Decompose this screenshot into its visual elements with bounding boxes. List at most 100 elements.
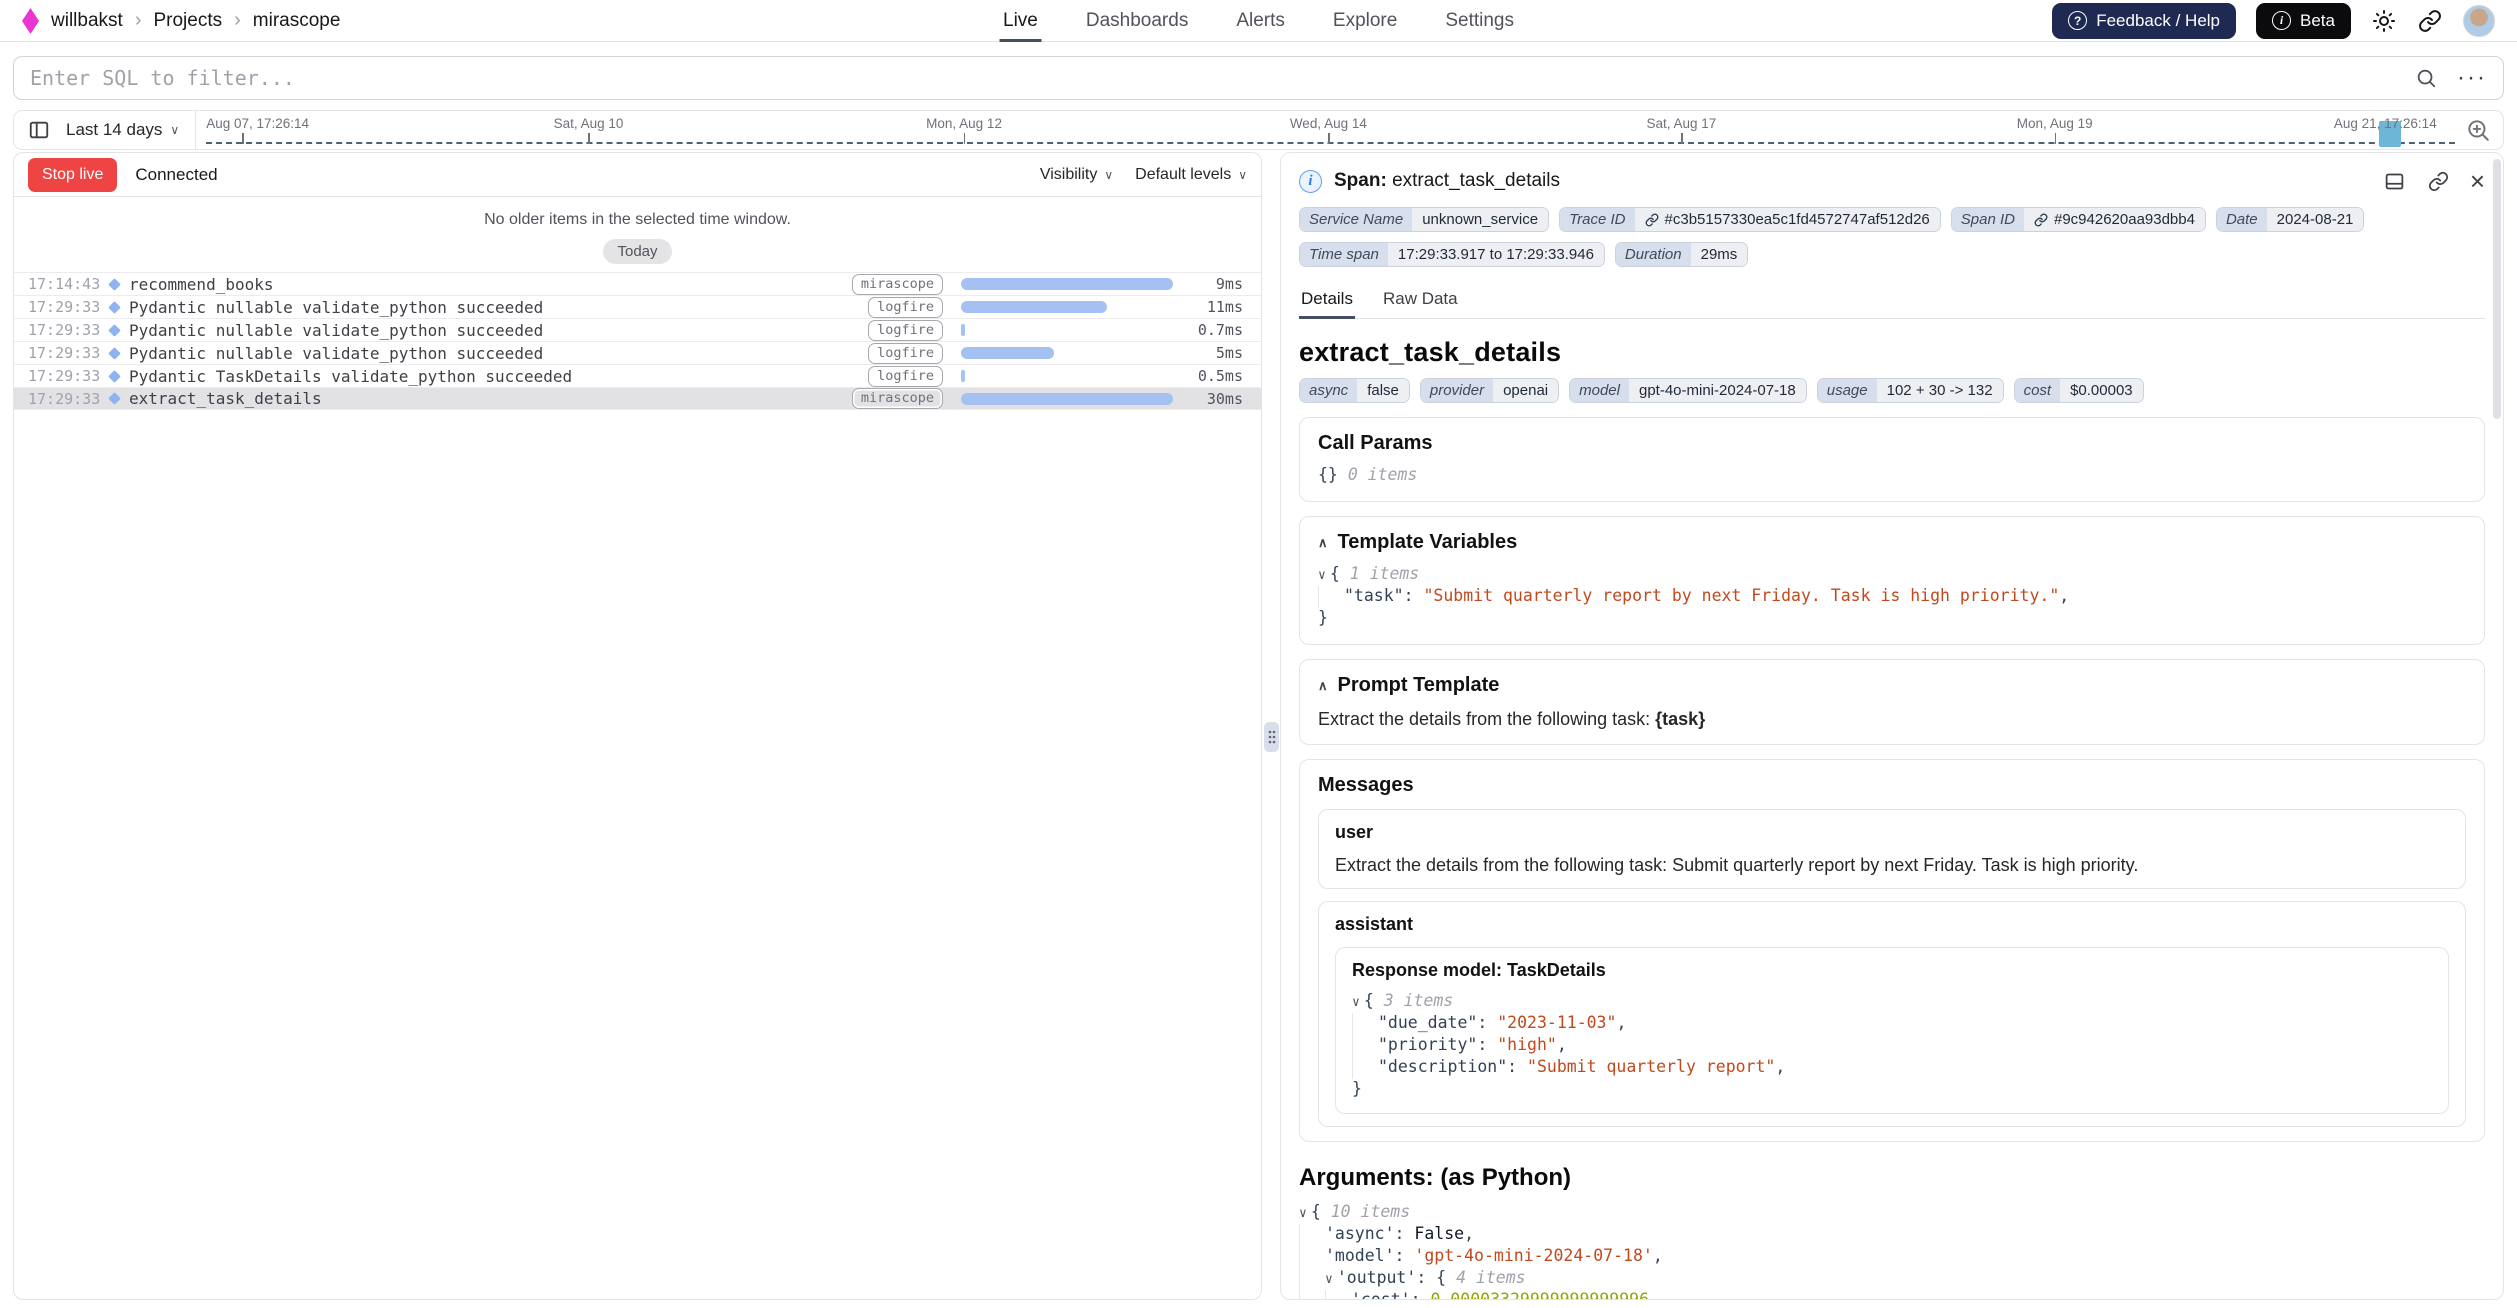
time-range-dropdown[interactable]: Last 14 days ∨ (66, 120, 179, 140)
template-variables-title: Template Variables (1338, 531, 1518, 554)
span-meta-badge-label: Date (2217, 208, 2267, 231)
expand-caret-icon[interactable]: ∨ (1352, 995, 1360, 1010)
log-row-duration-bar (961, 278, 1173, 290)
span-attribute-badges: asyncfalseprovideropenaimodelgpt-4o-mini… (1299, 378, 2485, 403)
log-row[interactable]: 17:29:33Pydantic nullable validate_pytho… (14, 318, 1261, 341)
span-details-panel: i Span: extract_task_details (1280, 152, 2504, 1300)
theme-toggle-icon[interactable] (2371, 8, 2397, 34)
code-line: } (1352, 1079, 2432, 1101)
tab-raw-data[interactable]: Raw Data (1381, 283, 1460, 318)
expand-caret-icon[interactable]: ∨ (1318, 568, 1326, 583)
breadcrumb-project[interactable]: mirascope (253, 10, 341, 32)
span-meta-badge-value: #9c942620aa93dbb4 (2024, 208, 2205, 231)
span-attr-badge-label: cost (2015, 379, 2061, 402)
span-meta-badge-label: Trace ID (1560, 208, 1634, 231)
user-message-content: Extract the details from the following t… (1335, 855, 2449, 876)
panel-resize-handle[interactable] (1264, 722, 1279, 752)
feedback-help-button[interactable]: ? Feedback / Help (2052, 3, 2236, 39)
log-row-duration: 0.7ms (1173, 321, 1243, 339)
copy-link-icon[interactable] (2426, 168, 2452, 194)
log-list: 17:14:43recommend_booksmirascope9ms17:29… (14, 272, 1261, 410)
breadcrumb-org[interactable]: willbakst (51, 10, 123, 32)
chevron-right-icon: › (234, 9, 241, 32)
sql-filter-input[interactable] (30, 66, 2413, 90)
log-row-time: 17:29:33 (28, 344, 106, 362)
prompt-template-variable: {task} (1655, 709, 1705, 729)
default-levels-dropdown[interactable]: Default levels ∨ (1135, 166, 1247, 184)
expand-caret-icon[interactable]: ∨ (1325, 1272, 1333, 1287)
sidebar-toggle-icon[interactable] (26, 117, 52, 143)
log-row[interactable]: 17:14:43recommend_booksmirascope9ms (14, 272, 1261, 295)
beta-button[interactable]: i Beta (2256, 3, 2351, 39)
log-row[interactable]: 17:29:33Pydantic TaskDetails validate_py… (14, 364, 1261, 387)
log-row[interactable]: 17:29:33extract_task_detailsmirascope30m… (14, 387, 1261, 410)
dock-panel-icon[interactable] (2382, 168, 2408, 194)
nav-tab-live[interactable]: Live (1003, 0, 1038, 42)
span-title-value: extract_task_details (1392, 170, 1560, 191)
beta-label: Beta (2300, 11, 2335, 31)
more-menu-icon[interactable]: ··· (2457, 73, 2487, 83)
log-row-name: recommend_books (129, 275, 274, 294)
span-meta-badge: Time span17:29:33.917 to 17:29:33.946 (1299, 242, 1605, 267)
timeline-tick (964, 133, 965, 144)
code-line: {} 0 items (1318, 465, 2466, 487)
log-row-name: Pydantic nullable validate_python succee… (129, 298, 543, 317)
user-avatar[interactable] (2463, 5, 2495, 37)
collapse-icon[interactable]: ∧ (1318, 535, 1328, 551)
close-icon[interactable]: × (2470, 171, 2485, 191)
span-diamond-icon (108, 392, 121, 405)
span-info-icon: i (1299, 170, 1322, 193)
span-diamond-icon (108, 347, 121, 360)
timeline-track[interactable]: Aug 07, 17:26:14Sat, Aug 10Mon, Aug 12We… (206, 111, 2455, 149)
log-row-tag: logfire (868, 366, 943, 387)
expand-caret-icon[interactable]: ∨ (1299, 1206, 1307, 1221)
zoom-in-icon[interactable] (2465, 117, 2491, 143)
log-row[interactable]: 17:29:33 Pydantic nullable validate_pytho… (14, 295, 1261, 318)
log-row-duration: 0.5ms (1173, 367, 1243, 385)
call-params-card: Call Params {} 0 items (1299, 417, 2485, 502)
span-meta-badge-label: Time span (1300, 243, 1388, 266)
template-variables-card: ∧ Template Variables ∨{ 1 items"task": "… (1299, 516, 2485, 645)
span-attr-badge-label: provider (1421, 379, 1493, 402)
log-row-duration-bar (961, 370, 1173, 382)
log-row-name: extract_task_details (129, 389, 322, 408)
prompt-template-card: ∧ Prompt Template Extract the details fr… (1299, 659, 2485, 745)
chevron-down-icon: ∨ (1104, 168, 1113, 182)
nav-tab-explore[interactable]: Explore (1333, 0, 1397, 42)
info-icon: i (2272, 11, 2291, 30)
span-meta-badges: Service Nameunknown_serviceTrace ID#c3b5… (1299, 207, 2485, 267)
code-line: ∨'output': { 4 items (1299, 1268, 2485, 1290)
log-row-time: 17:29:33 (28, 298, 106, 316)
chevron-right-icon: › (135, 9, 142, 32)
link-icon (1645, 213, 1659, 227)
span-attr-badge: asyncfalse (1299, 378, 1410, 403)
span-meta-badge-value: #c3b5157330ea5c1fd4572747af512d26 (1635, 208, 1940, 231)
code-line: } (1318, 608, 2466, 630)
scrollbar-thumb[interactable] (2493, 159, 2501, 419)
prompt-template-title: Prompt Template (1338, 674, 1500, 697)
tab-details[interactable]: Details (1299, 283, 1355, 318)
search-icon[interactable] (2413, 65, 2439, 91)
empty-window-message: No older items in the selected time wind… (14, 211, 1261, 229)
stop-live-button[interactable]: Stop live (28, 158, 117, 192)
code-line: ∨{ 10 items (1299, 1202, 2485, 1224)
timeline-tick (588, 133, 589, 144)
log-row-tag: logfire (868, 297, 943, 318)
visibility-dropdown[interactable]: Visibility ∨ (1040, 166, 1113, 184)
span-meta-badge: Date2024-08-21 (2216, 207, 2364, 232)
breadcrumb-projects[interactable]: Projects (153, 10, 222, 32)
nav-tab-settings[interactable]: Settings (1445, 0, 1514, 42)
collapse-icon[interactable]: ∧ (1318, 678, 1328, 694)
log-row-tag: mirascope (852, 274, 943, 295)
timeline-tick (1328, 133, 1329, 144)
code-line: 'model': 'gpt-4o-mini-2024-07-18', (1299, 1246, 2485, 1268)
span-heading: extract_task_details (1299, 337, 2485, 368)
log-row[interactable]: 17:29:33Pydantic nullable validate_pytho… (14, 341, 1261, 364)
span-diamond-icon (108, 301, 121, 314)
nav-tab-alerts[interactable]: Alerts (1236, 0, 1285, 42)
share-link-icon[interactable] (2417, 8, 2443, 34)
top-nav: willbakst › Projects › mirascope Live Das… (0, 0, 2517, 42)
nav-tab-dashboards[interactable]: Dashboards (1086, 0, 1188, 42)
log-row-tag: mirascope (852, 388, 943, 409)
user-role-label: user (1335, 822, 2449, 843)
